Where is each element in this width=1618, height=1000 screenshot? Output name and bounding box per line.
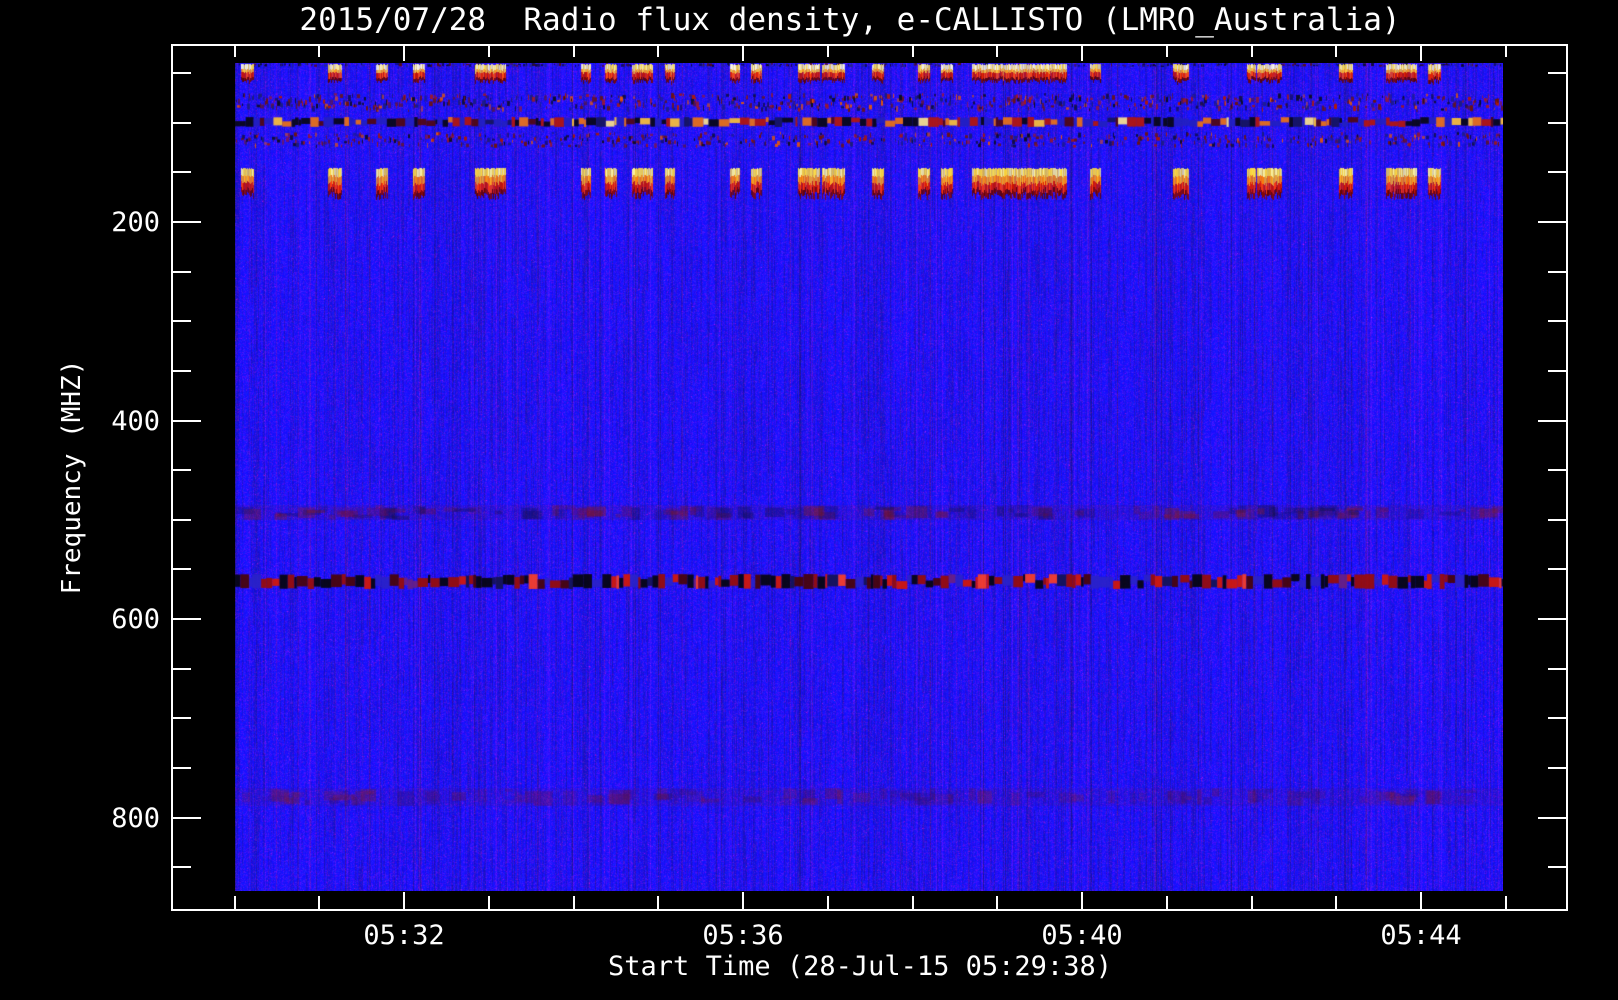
tick-mark <box>1548 866 1566 868</box>
tick-mark <box>1538 420 1566 422</box>
tick-mark <box>1251 46 1253 57</box>
tick-mark <box>1505 896 1507 909</box>
tick-mark <box>1548 668 1566 670</box>
spectrogram-screenshot: 2015/07/28 Radio flux density, e-CALLIST… <box>0 0 1618 1000</box>
tick-mark <box>742 46 744 61</box>
tick-mark <box>234 46 236 57</box>
tick-mark <box>173 171 191 173</box>
tick-mark <box>173 817 201 819</box>
tick-mark <box>1548 370 1566 372</box>
chart-title: 2015/07/28 Radio flux density, e-CALLIST… <box>299 2 1401 38</box>
tick-mark <box>173 420 201 422</box>
tick-mark <box>657 896 659 909</box>
x-tick-label: 05:36 <box>702 920 784 951</box>
tick-mark <box>1548 767 1566 769</box>
tick-mark <box>173 668 191 670</box>
tick-mark <box>1548 171 1566 173</box>
tick-mark <box>1420 892 1422 909</box>
tick-mark <box>318 46 320 57</box>
tick-mark <box>1548 469 1566 471</box>
tick-mark <box>742 892 744 909</box>
tick-mark <box>1335 46 1337 57</box>
tick-mark <box>573 46 575 57</box>
tick-mark <box>1335 896 1337 909</box>
tick-mark <box>173 767 191 769</box>
tick-mark <box>996 46 998 57</box>
tick-mark <box>173 717 191 719</box>
y-tick-label: 800 <box>111 803 160 834</box>
tick-mark <box>488 896 490 909</box>
tick-mark <box>173 320 191 322</box>
tick-mark <box>1538 817 1566 819</box>
tick-mark <box>173 122 191 124</box>
tick-mark <box>1166 46 1168 57</box>
y-tick-label: 600 <box>111 604 160 635</box>
tick-mark <box>1538 618 1566 620</box>
tick-mark <box>173 469 191 471</box>
x-tick-label: 05:40 <box>1041 920 1123 951</box>
tick-mark <box>1548 72 1566 74</box>
tick-mark <box>173 866 191 868</box>
tick-mark <box>1166 896 1168 909</box>
tick-mark <box>1548 122 1566 124</box>
tick-mark <box>403 46 405 61</box>
x-tick-label: 05:44 <box>1380 920 1462 951</box>
tick-mark <box>173 370 191 372</box>
tick-mark <box>573 896 575 909</box>
tick-mark <box>488 46 490 57</box>
y-axis-title: Frequency (MHZ) <box>57 359 87 595</box>
tick-mark <box>1081 892 1083 909</box>
tick-mark <box>1548 519 1566 521</box>
tick-mark <box>1505 46 1507 57</box>
tick-mark <box>173 221 201 223</box>
tick-mark <box>1548 271 1566 273</box>
x-tick-label: 05:32 <box>363 920 445 951</box>
tick-mark <box>1538 221 1566 223</box>
tick-mark <box>173 271 191 273</box>
tick-mark <box>173 72 191 74</box>
tick-mark <box>1420 46 1422 61</box>
spectrogram-image <box>235 63 1503 891</box>
tick-mark <box>912 46 914 57</box>
x-axis-title: Start Time (28-Jul-15 05:29:38) <box>608 951 1112 982</box>
tick-mark <box>1251 896 1253 909</box>
tick-mark <box>912 896 914 909</box>
tick-mark <box>827 896 829 909</box>
y-tick-label: 200 <box>111 207 160 238</box>
tick-mark <box>827 46 829 57</box>
tick-mark <box>173 618 201 620</box>
tick-mark <box>173 568 191 570</box>
tick-mark <box>173 519 191 521</box>
tick-mark <box>1548 717 1566 719</box>
tick-mark <box>403 892 405 909</box>
tick-mark <box>318 896 320 909</box>
tick-mark <box>657 46 659 57</box>
tick-mark <box>1548 320 1566 322</box>
tick-mark <box>996 896 998 909</box>
tick-mark <box>1081 46 1083 61</box>
tick-mark <box>234 896 236 909</box>
tick-mark <box>1548 568 1566 570</box>
